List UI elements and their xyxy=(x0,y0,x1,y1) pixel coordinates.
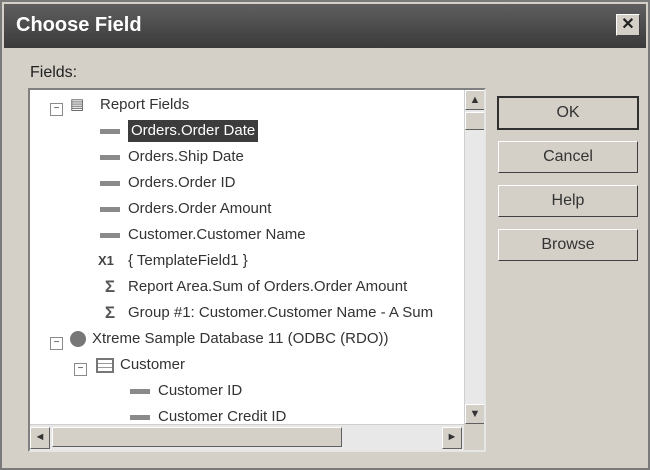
horizontal-scrollbar[interactable]: ◄ ► xyxy=(30,424,464,450)
tree-item-template-field[interactable]: X1 { TemplateField1 } xyxy=(98,250,248,272)
collapse-report-fields-icon[interactable]: − xyxy=(50,103,63,116)
database-icon xyxy=(70,331,86,348)
tree-item-group-sum[interactable]: Σ Group #1: Customer.Customer Name - A Su… xyxy=(98,302,433,324)
tree-item-label: Orders.Order Amount xyxy=(128,200,272,218)
vertical-scrollbar[interactable]: ▲ ▼ xyxy=(464,90,484,424)
tree-item-label: Customer xyxy=(120,356,186,374)
tree-item-label: Orders.Order Date xyxy=(128,120,259,143)
tree-item-customer-credit-id[interactable]: Customer Credit ID xyxy=(128,406,286,424)
fields-label: Fields: xyxy=(30,64,78,81)
tree-rows: − ▤ Report Fields Orders.Order Date Order… xyxy=(30,90,464,424)
tree-item-label: Customer.Customer Name xyxy=(128,226,306,244)
title-bar[interactable]: Choose Field ✕ xyxy=(4,4,646,48)
tree-item-customer-id[interactable]: Customer ID xyxy=(128,380,242,402)
tree-item-database[interactable]: Xtreme Sample Database 11 (ODBC (RDO)) xyxy=(70,328,388,350)
choose-field-dialog: Choose Field ✕ Fields: − ▤ Report Fields … xyxy=(0,0,650,470)
tree-item-order-amount[interactable]: Orders.Order Amount xyxy=(98,198,271,220)
field-icon xyxy=(98,149,122,165)
tree-item-label: Orders.Order ID xyxy=(128,174,236,192)
tree-item-label: Group #1: Customer.Customer Name - A Sum xyxy=(128,304,434,322)
tree-item-label: Customer Credit ID xyxy=(158,408,287,424)
tree-item-ship-date[interactable]: Orders.Ship Date xyxy=(98,146,244,168)
tree-item-label: { TemplateField1 } xyxy=(128,252,248,270)
scroll-up-icon[interactable]: ▲ xyxy=(465,90,484,110)
tree-item-label: Report Area.Sum of Orders.Order Amount xyxy=(128,278,408,296)
cancel-button[interactable]: Cancel xyxy=(498,141,638,173)
tree-item-order-id[interactable]: Orders.Order ID xyxy=(98,172,236,194)
collapse-database-icon[interactable]: − xyxy=(50,337,63,350)
horizontal-scroll-thumb[interactable] xyxy=(52,427,342,447)
close-icon[interactable]: ✕ xyxy=(616,14,640,36)
tree-item-label: Customer ID xyxy=(158,382,243,400)
sigma-icon: Σ xyxy=(104,277,116,297)
tree-item-customer-table[interactable]: Customer xyxy=(96,354,185,376)
tree-item-customer-name[interactable]: Customer.Customer Name xyxy=(98,224,306,246)
vertical-scroll-thumb[interactable] xyxy=(465,112,484,130)
browse-button[interactable]: Browse xyxy=(498,229,638,261)
field-icon xyxy=(128,383,152,399)
tree-item-sum-order-amount[interactable]: Σ Report Area.Sum of Orders.Order Amount xyxy=(98,276,407,298)
tree-item-order-date[interactable]: Orders.Order Date xyxy=(98,120,259,143)
table-icon xyxy=(96,357,114,373)
scroll-right-icon[interactable]: ► xyxy=(442,427,462,449)
tree-item-label: Orders.Ship Date xyxy=(128,148,244,166)
fields-tree[interactable]: − ▤ Report Fields Orders.Order Date Order… xyxy=(28,88,486,452)
tree-item-report-fields[interactable]: ▤ Report Fields xyxy=(70,94,189,116)
scrollbar-corner xyxy=(464,424,484,450)
field-icon xyxy=(98,201,122,217)
tree-item-label: Xtreme Sample Database 11 (ODBC (RDO)) xyxy=(92,330,389,348)
template-field-icon: X1 xyxy=(98,253,114,269)
report-icon: ▤ xyxy=(70,96,85,114)
ok-button[interactable]: OK xyxy=(497,96,639,130)
scroll-left-icon[interactable]: ◄ xyxy=(30,427,50,449)
collapse-customer-table-icon[interactable]: − xyxy=(74,363,87,376)
field-icon xyxy=(98,175,122,191)
help-button[interactable]: Help xyxy=(498,185,638,217)
window-title: Choose Field xyxy=(16,14,142,36)
field-icon xyxy=(128,409,152,424)
scroll-down-icon[interactable]: ▼ xyxy=(465,404,484,424)
tree-item-label: Report Fields xyxy=(100,96,190,114)
field-icon xyxy=(98,227,122,243)
field-icon xyxy=(98,123,122,139)
sigma-icon: Σ xyxy=(104,303,116,323)
